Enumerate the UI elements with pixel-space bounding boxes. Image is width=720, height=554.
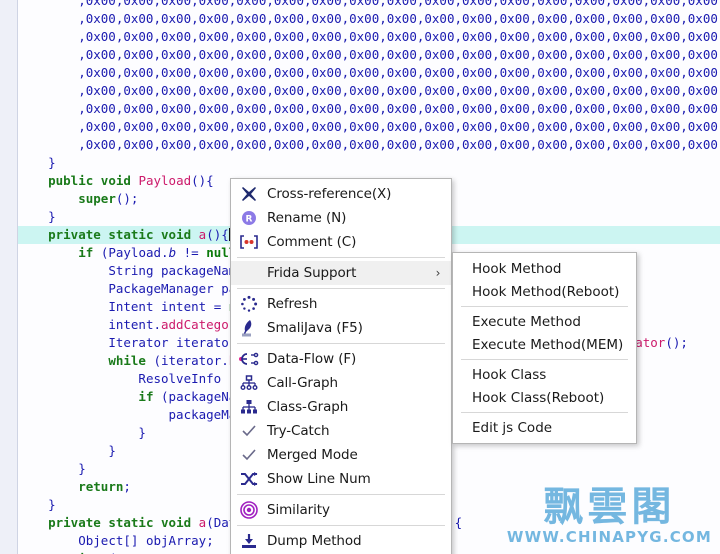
menu-item-label: Rename (N): [267, 210, 347, 226]
code-line: ,0x00,0x00,0x00,0x00,0x00,0x00,0x00,0x00…: [78, 0, 720, 8]
frida-support-submenu[interactable]: Hook Method Hook Method(Reboot) Execute …: [452, 252, 637, 444]
watermark-cn: 飘雲閣: [543, 484, 676, 530]
menu-item-label: Show Line Num: [267, 471, 371, 487]
editor-gutter: [0, 0, 18, 554]
menu-separator: [237, 343, 445, 344]
menu-item-label: Class-Graph: [267, 399, 349, 415]
submenu-item-execute-method[interactable]: Execute Method: [453, 310, 636, 333]
menu-item-try-catch[interactable]: Try-Catch: [231, 419, 451, 443]
menu-item-cross-reference[interactable]: Cross-reference(X): [231, 182, 451, 206]
menu-item-show-line-num[interactable]: Show Line Num: [231, 467, 451, 491]
menu-item-similarity[interactable]: Similarity: [231, 498, 451, 522]
menu-item-label: Merged Mode: [267, 447, 358, 463]
menu-item-label: SmaliJava (F5): [267, 320, 363, 336]
code-line: ,0x00,0x00,0x00,0x00,0x00,0x00,0x00,0x00…: [78, 47, 720, 62]
submenu-separator: [461, 306, 628, 307]
menu-separator: [237, 494, 445, 495]
menu-item-label: Dump Method: [267, 533, 362, 549]
watermark: 飘雲閣 WWW.CHINAPYG.COM: [507, 484, 712, 546]
menu-item-smalijava[interactable]: SmaliJava (F5): [231, 316, 451, 340]
menu-item-dump-method[interactable]: Dump Method: [231, 529, 451, 553]
comment-icon: [231, 230, 267, 254]
frida-support-icon-slot: [231, 261, 267, 285]
submenu-item-hook-class-reboot[interactable]: Hook Class(Reboot): [453, 386, 636, 409]
menu-item-label: Similarity: [267, 502, 330, 518]
menu-item-label: Refresh: [267, 296, 318, 312]
menu-item-rename[interactable]: R Rename (N): [231, 206, 451, 230]
watermark-en: WWW.CHINAPYG.COM: [506, 528, 712, 546]
code-line: ,0x00,0x00,0x00,0x00,0x00,0x00,0x00,0x00…: [78, 65, 720, 80]
menu-separator: [237, 288, 445, 289]
similarity-icon: [231, 498, 267, 522]
shuffle-icon: [231, 467, 267, 491]
svg-text:R: R: [246, 215, 253, 225]
submenu-item-execute-method-mem[interactable]: Execute Method(MEM): [453, 333, 636, 356]
submenu-item-hook-class[interactable]: Hook Class: [453, 363, 636, 386]
menu-item-refresh[interactable]: Refresh: [231, 292, 451, 316]
menu-item-call-graph[interactable]: Call-Graph: [231, 371, 451, 395]
menu-item-label: Comment (C): [267, 234, 357, 250]
check-icon: [231, 443, 267, 467]
menu-item-label: Data-Flow (F): [267, 351, 357, 367]
code-line: ,0x00,0x00,0x00,0x00,0x00,0x00,0x00,0x00…: [78, 11, 720, 26]
cross-reference-icon: [231, 182, 267, 206]
code-line: }: [48, 155, 56, 170]
menu-item-label: Frida Support: [267, 265, 357, 281]
submenu-separator: [461, 359, 628, 360]
submenu-item-hook-method[interactable]: Hook Method: [453, 257, 636, 280]
code-line: ,0x00,0x00,0x00,0x00,0x00,0x00,0x00,0x00…: [78, 83, 720, 98]
context-menu[interactable]: Cross-reference(X) R Rename (N) Comment …: [230, 178, 452, 554]
menu-item-merged-mode[interactable]: Merged Mode: [231, 443, 451, 467]
data-flow-icon: [231, 347, 267, 371]
check-icon: [231, 419, 267, 443]
menu-item-frida-support[interactable]: Frida Support ›: [231, 261, 451, 285]
refresh-icon: [231, 292, 267, 316]
code-line: ,0x00,0x00,0x00,0x00,0x00,0x00,0x00,0x00…: [78, 101, 720, 116]
smalijava-icon: [231, 316, 267, 340]
menu-item-label: Cross-reference(X): [267, 186, 392, 202]
submenu-item-hook-method-reboot[interactable]: Hook Method(Reboot): [453, 280, 636, 303]
code-line: ,0x00,0x00,0x00,0x00,0x00,0x00,0x00,0x00…: [78, 119, 720, 134]
menu-item-data-flow[interactable]: Data-Flow (F): [231, 347, 451, 371]
rename-icon: R: [231, 206, 267, 230]
decompiler-window: ,0x00,0x00,0x00,0x00,0x00,0x00,0x00,0x00…: [0, 0, 720, 554]
submenu-item-edit-js-code[interactable]: Edit js Code: [453, 416, 636, 439]
code-line: ,0x00,0x00,0x00,0x00,0x00,0x00,0x00,0x00…: [78, 29, 720, 44]
menu-separator: [237, 257, 445, 258]
menu-item-label: Try-Catch: [267, 423, 330, 439]
menu-item-class-graph[interactable]: Class-Graph: [231, 395, 451, 419]
code-line: ,0x00,0x00,0x00,0x00,0x00,0x00,0x00,0x00…: [78, 137, 720, 152]
menu-separator: [237, 525, 445, 526]
chevron-right-icon: ›: [435, 266, 441, 280]
menu-item-comment[interactable]: Comment (C): [231, 230, 451, 254]
dump-icon: [231, 529, 267, 553]
class-graph-icon: [231, 395, 267, 419]
submenu-separator: [461, 412, 628, 413]
menu-item-label: Call-Graph: [267, 375, 338, 391]
call-graph-icon: [231, 371, 267, 395]
